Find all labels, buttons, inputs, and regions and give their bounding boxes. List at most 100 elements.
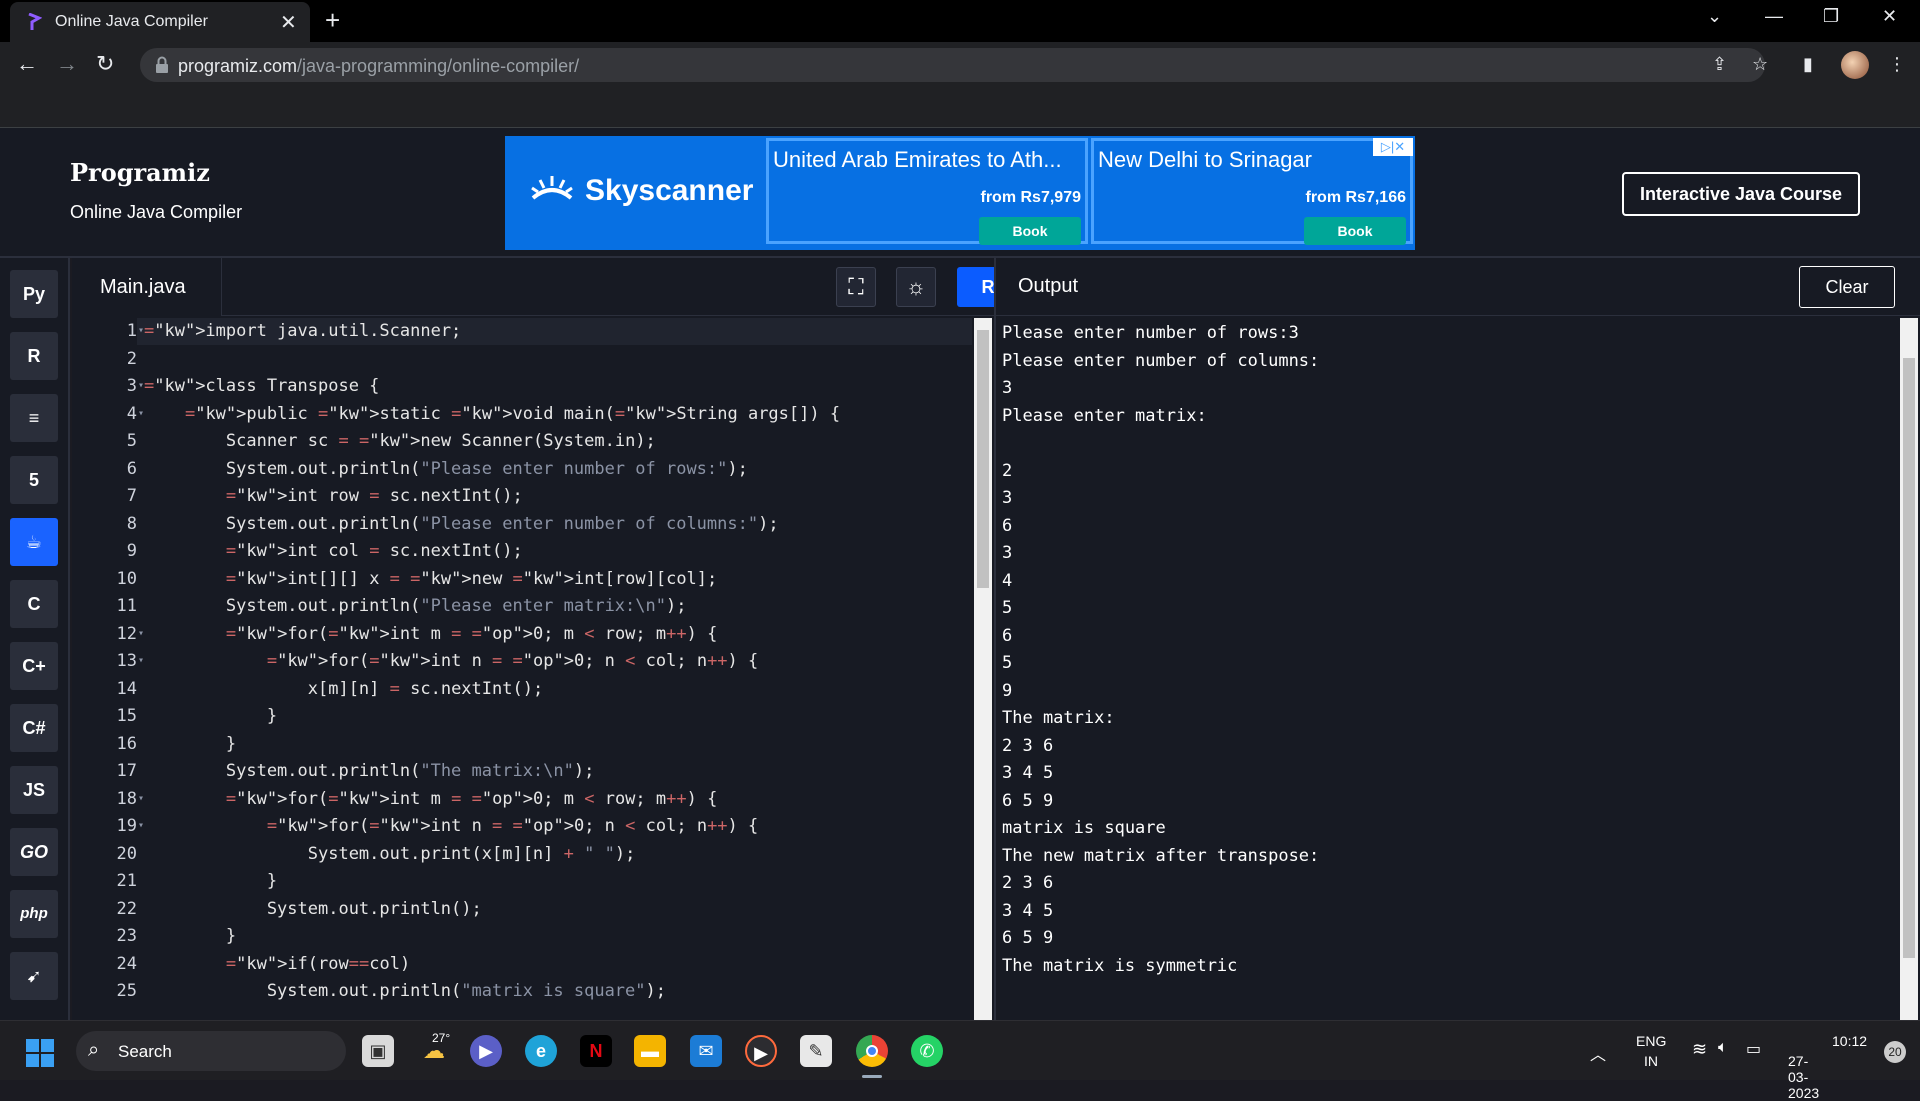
edge-icon[interactable]: e	[525, 1035, 557, 1067]
programiz-logo[interactable]: Programiz	[70, 158, 210, 187]
wifi-icon[interactable]: ≋	[1692, 1039, 1707, 1060]
clock-date[interactable]: 27-03-2023	[1788, 1053, 1819, 1101]
theme-toggle-icon[interactable]: ☼	[896, 267, 936, 307]
forward-icon[interactable]: →	[56, 52, 78, 76]
show-hidden-icons-icon[interactable]: ︿	[1590, 1041, 1606, 1065]
whatsapp-icon[interactable]: ✆	[911, 1035, 943, 1067]
clear-button[interactable]: Clear	[1799, 266, 1895, 308]
r-icon[interactable]: R	[10, 332, 58, 380]
code-area[interactable]: 1 ▾ ="kw">import java.util.Scanner; 2 3 ▾ ="kw…	[72, 318, 972, 1020]
site-header: Programiz Online Java Compiler Skyscanne…	[0, 128, 1920, 258]
windows-start-icon[interactable]	[26, 1039, 54, 1067]
go-icon[interactable]: GO	[10, 828, 58, 876]
code-line[interactable]: ="kw">for(="kw">int m = ="op">0; m < row…	[144, 624, 717, 644]
code-line[interactable]: ="kw">import java.util.Scanner;	[144, 321, 461, 341]
minimize-icon[interactable]: —	[1765, 6, 1783, 27]
side-panel-icon[interactable]: ▮	[1803, 54, 1813, 75]
line-number: 17	[116, 761, 137, 781]
new-tab-icon[interactable]: +	[325, 6, 340, 34]
code-line[interactable]: ="kw">public ="kw">static ="kw">void mai…	[144, 404, 840, 424]
code-line[interactable]: System.out.println("Please enter matrix:…	[144, 596, 687, 616]
html-icon[interactable]: 5	[10, 456, 58, 504]
code-line[interactable]: ="kw">class Transpose {	[144, 376, 379, 396]
code-line[interactable]: Scanner sc = ="kw">new Scanner(System.in…	[144, 431, 656, 451]
media-player-icon[interactable]: ▶	[745, 1035, 777, 1067]
clock-time[interactable]: 10:12	[1832, 1033, 1867, 1049]
csharp-icon[interactable]: C#	[10, 704, 58, 752]
task-view-icon[interactable]: ▣	[362, 1035, 394, 1067]
fullscreen-icon[interactable]: ⛶	[836, 267, 876, 307]
code-line[interactable]: }	[144, 706, 277, 726]
programiz-favicon-icon	[28, 13, 42, 30]
php-icon[interactable]: php	[10, 890, 58, 938]
menu-kebab-icon[interactable]: ⋮	[1888, 54, 1906, 75]
book-button[interactable]: Book	[1304, 217, 1406, 245]
restore-icon[interactable]: ❐	[1823, 6, 1839, 27]
bookmarks-bar	[0, 88, 1920, 128]
code-line[interactable]: ="kw">for(="kw">int n = ="op">0; n < col…	[144, 651, 758, 671]
bookmark-star-icon[interactable]: ☆	[1752, 54, 1768, 75]
code-line[interactable]: x[m][n] = sc.nextInt();	[144, 679, 543, 699]
output-scrollbar[interactable]	[1900, 318, 1918, 1020]
share-icon[interactable]: ⇪	[1712, 54, 1727, 75]
code-line[interactable]: System.out.print(x[m][n] + " ");	[144, 844, 636, 864]
taskbar-search[interactable]: ⌕ Search	[76, 1031, 346, 1071]
c-icon[interactable]: C	[10, 580, 58, 628]
code-line[interactable]: ="kw">int[][] x = ="kw">new ="kw">int[ro…	[144, 569, 717, 589]
output-console-text[interactable]: Please enter number of rows:3 Please ent…	[1002, 320, 1882, 980]
code-line[interactable]: ="kw">for(="kw">int m = ="op">0; m < row…	[144, 789, 717, 809]
code-line[interactable]: ="kw">if(row==col)	[144, 954, 410, 974]
reload-icon[interactable]: ↻	[96, 52, 114, 76]
chrome-icon[interactable]	[856, 1035, 888, 1067]
code-line[interactable]: System.out.println("Please enter number …	[144, 459, 748, 479]
ad-card-1[interactable]: United Arab Emirates to Ath... from Rs7,…	[766, 138, 1088, 245]
file-tab-main-java[interactable]: Main.java	[72, 258, 222, 316]
code-line[interactable]: System.out.println();	[144, 899, 482, 919]
line-number: 2	[126, 348, 137, 369]
cpp-icon[interactable]: C+	[10, 642, 58, 690]
profile-avatar[interactable]	[1841, 51, 1869, 79]
code-line[interactable]: }	[144, 926, 236, 946]
close-tab-icon[interactable]: ✕	[280, 10, 297, 35]
java-icon[interactable]: ☕	[10, 518, 58, 566]
teams-chat-icon[interactable]: ▶	[470, 1035, 502, 1067]
input-language-line1[interactable]: ENG	[1636, 1033, 1666, 1049]
notepad-icon[interactable]: ✎	[800, 1035, 832, 1067]
python-icon[interactable]: Py	[10, 270, 58, 318]
address-bar[interactable]: programiz.com/java-programming/online-co…	[140, 48, 1765, 82]
scrollbar-thumb[interactable]	[977, 330, 989, 588]
volume-icon[interactable]: 🔈︎	[1718, 1039, 1728, 1057]
code-line[interactable]: ="kw">int col = sc.nextInt();	[144, 541, 523, 561]
close-window-icon[interactable]: ✕	[1882, 6, 1897, 27]
editor-scrollbar[interactable]	[974, 318, 992, 1020]
code-line[interactable]: System.out.println("The matrix:\n");	[144, 761, 594, 781]
line-number: 6	[126, 458, 137, 479]
scrollbar-thumb[interactable]	[1903, 358, 1915, 958]
swift-icon[interactable]: ➹	[10, 952, 58, 1000]
code-line[interactable]: System.out.println("matrix is square");	[144, 981, 666, 1001]
battery-icon[interactable]: ▭	[1746, 1039, 1761, 1059]
advertisement-banner[interactable]: Skyscanner United Arab Emirates to Ath..…	[505, 136, 1415, 250]
code-line[interactable]: System.out.println("Please enter number …	[144, 514, 779, 534]
ad-card-2[interactable]: New Delhi to Srinagar from Rs7,166 Book	[1091, 138, 1413, 245]
book-button[interactable]: Book	[979, 217, 1081, 245]
line-number: 5	[126, 431, 137, 451]
code-line[interactable]: }	[144, 734, 236, 754]
tab-search-icon[interactable]: ⌄	[1707, 6, 1722, 27]
notification-badge[interactable]: 20	[1884, 1041, 1906, 1063]
back-icon[interactable]: ←	[16, 52, 38, 76]
code-line[interactable]: ="kw">int row = sc.nextInt();	[144, 486, 523, 506]
ad-destination: United Arab Emirates to Ath...	[773, 147, 1062, 172]
interactive-course-button[interactable]: Interactive Java Course	[1622, 172, 1860, 216]
javascript-icon[interactable]: JS	[10, 766, 58, 814]
file-explorer-icon[interactable]: ▬	[634, 1035, 666, 1067]
input-language-line2[interactable]: IN	[1644, 1053, 1658, 1069]
netflix-icon[interactable]: N	[580, 1035, 612, 1067]
sql-icon[interactable]: ≡	[10, 394, 58, 442]
browser-tab[interactable]: Online Java Compiler ✕	[10, 2, 310, 42]
mail-icon[interactable]: ✉	[690, 1035, 722, 1067]
code-line[interactable]: }	[144, 871, 277, 891]
code-line[interactable]: ="kw">for(="kw">int n = ="op">0; n < col…	[144, 816, 758, 836]
line-number: 4	[126, 403, 137, 424]
adchoices-icon[interactable]: ▷|✕	[1373, 138, 1413, 156]
